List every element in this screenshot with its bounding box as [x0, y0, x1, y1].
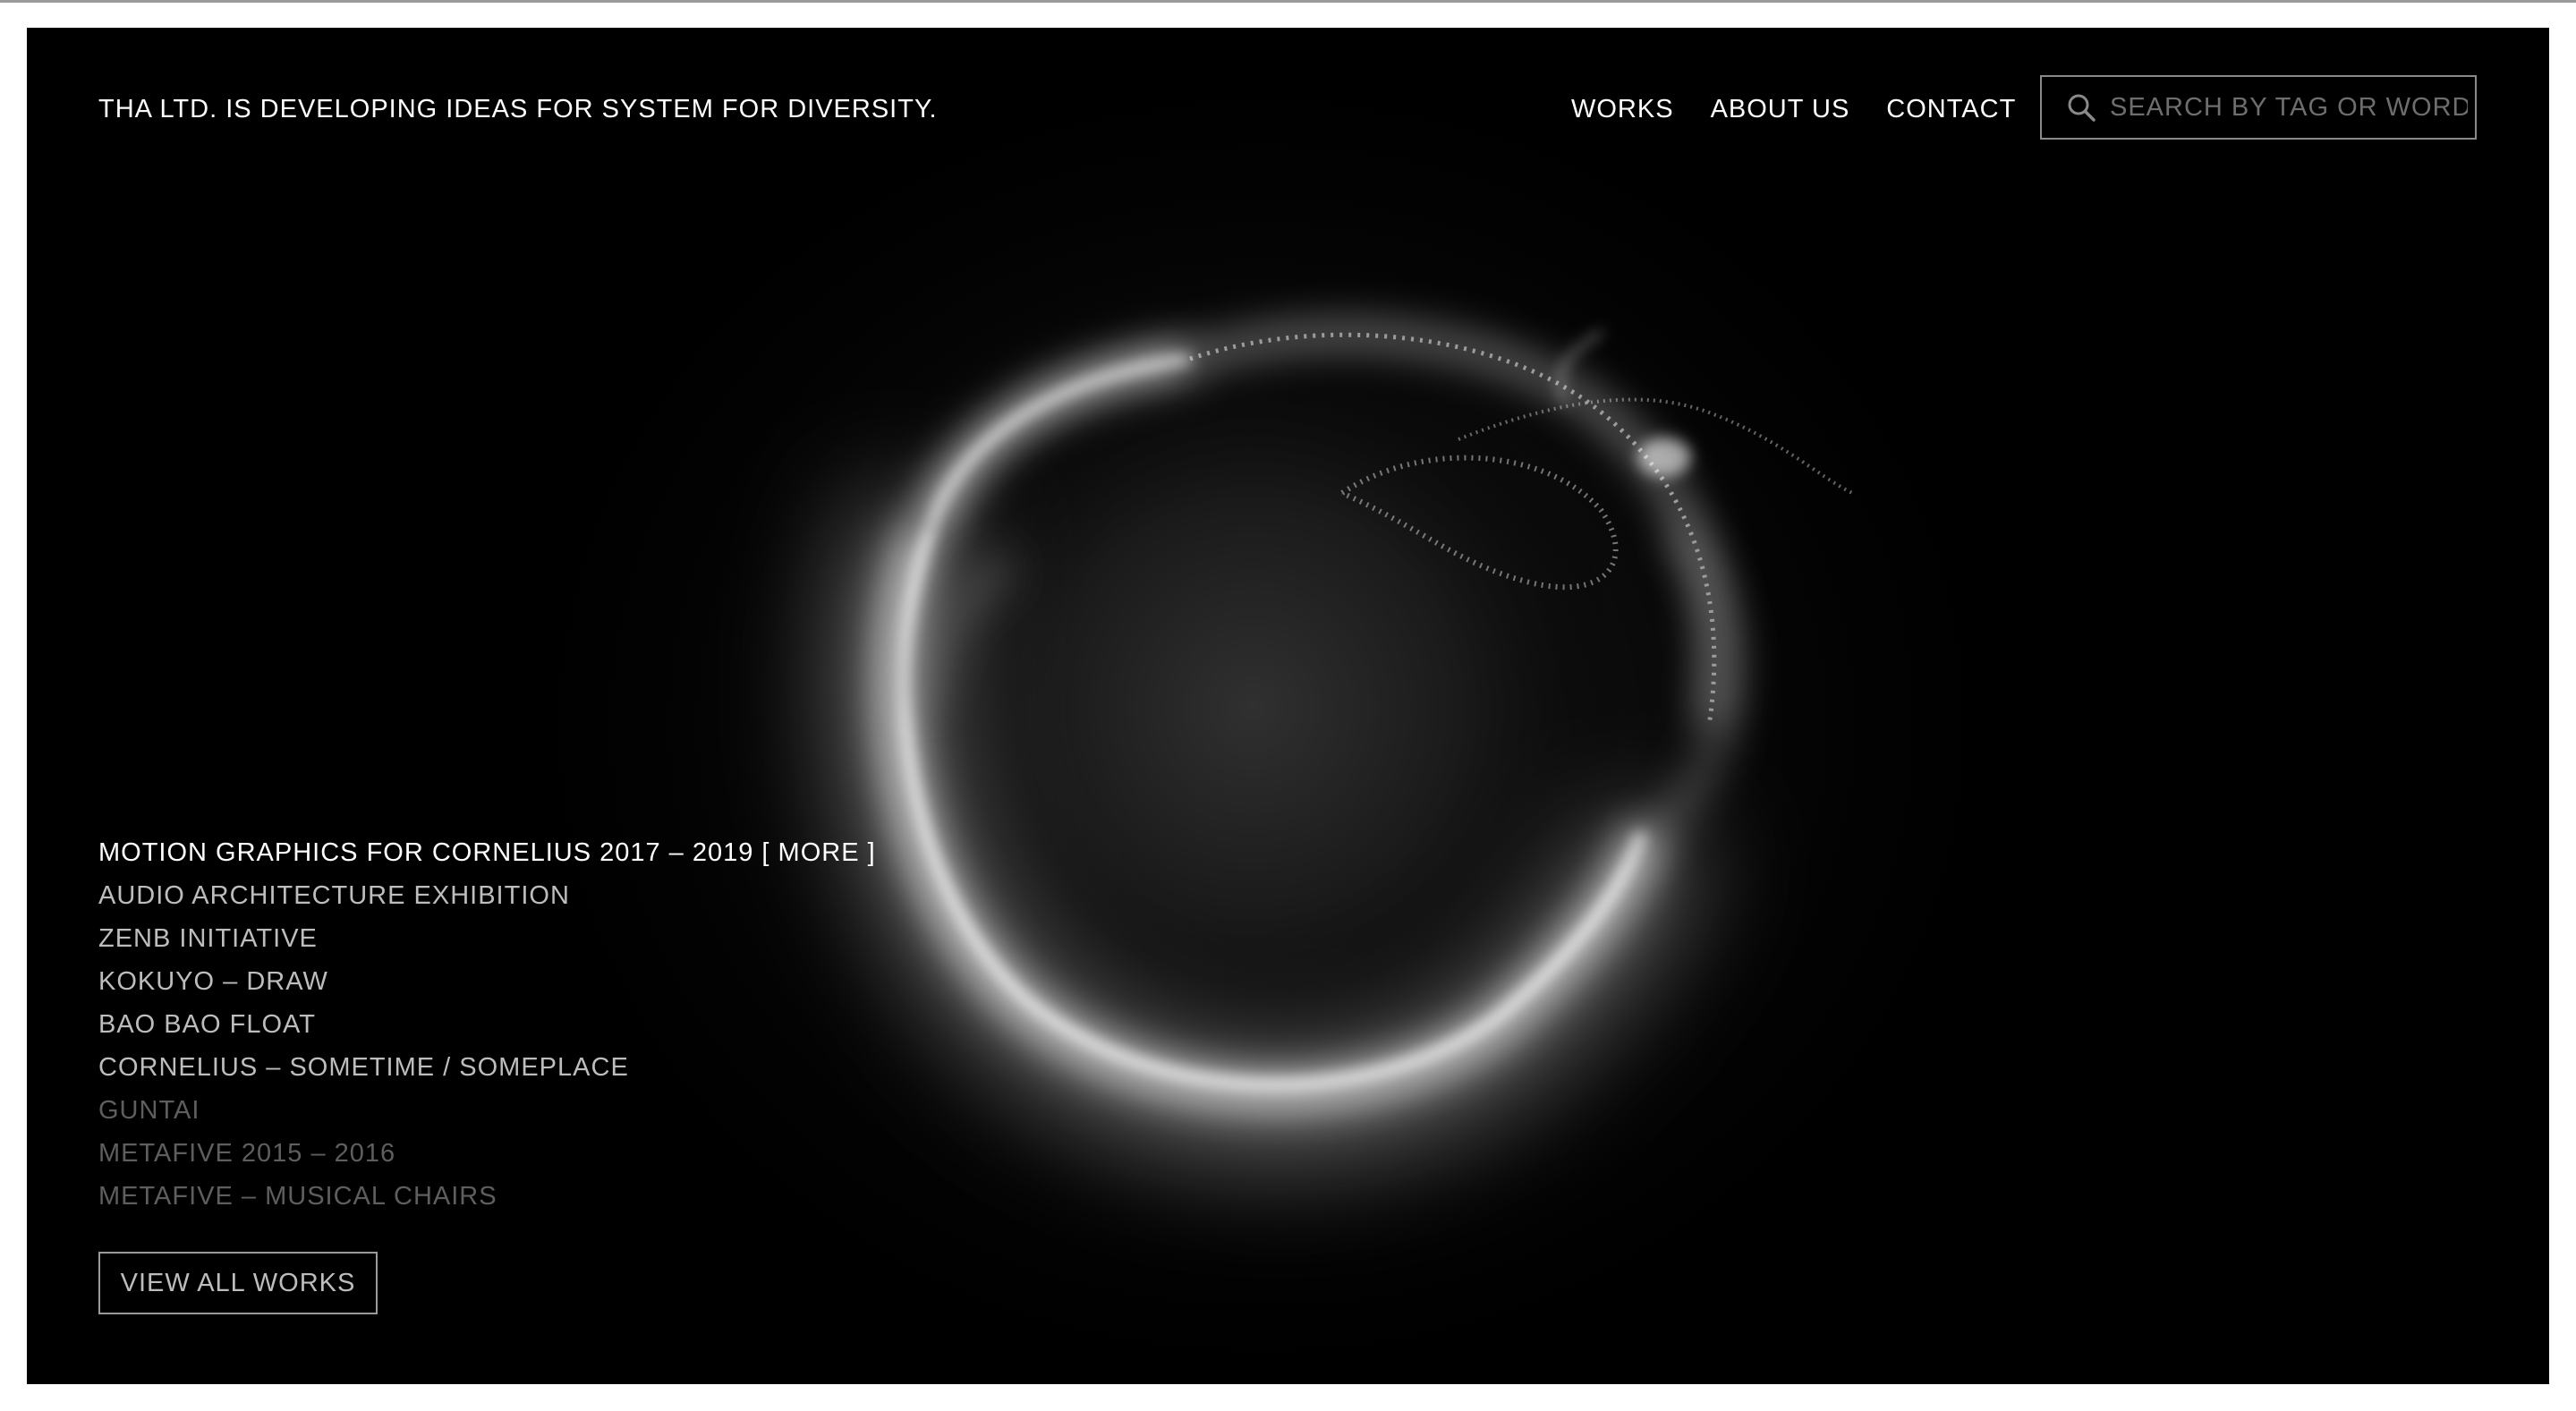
view-all-works-button[interactable]: VIEW ALL WORKS	[98, 1252, 378, 1314]
search-box[interactable]	[2040, 75, 2477, 140]
works-list: MOTION GRAPHICS FOR CORNELIUS 2017 – 201…	[98, 831, 876, 1218]
work-item-bao-bao-float[interactable]: BAO BAO FLOAT	[98, 1003, 876, 1046]
work-item-cornelius-motion-graphics[interactable]: MOTION GRAPHICS FOR CORNELIUS 2017 – 201…	[98, 831, 876, 874]
work-item-audio-architecture[interactable]: AUDIO ARCHITECTURE EXHIBITION	[98, 874, 876, 917]
work-item-cornelius-sometime[interactable]: CORNELIUS – SOMETIME / SOMEPLACE	[98, 1046, 876, 1089]
work-item-kokuyo-draw[interactable]: KOKUYO – DRAW	[98, 960, 876, 1003]
main-nav: WORKS ABOUT US CONTACT	[1571, 95, 2016, 124]
nav-contact[interactable]: CONTACT	[1886, 95, 2016, 124]
work-item-zenb-initiative[interactable]: ZENB INITIATIVE	[98, 917, 876, 960]
work-item-guntai[interactable]: GUNTAI	[98, 1089, 876, 1132]
nav-about-us[interactable]: ABOUT US	[1711, 95, 1850, 124]
site-tagline: THA LTD. IS DEVELOPING IDEAS FOR SYSTEM …	[98, 95, 938, 123]
hero-frame: THA LTD. IS DEVELOPING IDEAS FOR SYSTEM …	[27, 28, 2549, 1384]
nav-works[interactable]: WORKS	[1571, 95, 1674, 124]
work-item-metafive-musical-chairs[interactable]: METAFIVE – MUSICAL CHAIRS	[98, 1175, 876, 1218]
top-divider	[0, 0, 2576, 3]
work-item-metafive-2015[interactable]: METAFIVE 2015 – 2016	[98, 1132, 876, 1175]
search-input[interactable]	[2108, 91, 2470, 123]
search-icon[interactable]	[2063, 89, 2099, 125]
